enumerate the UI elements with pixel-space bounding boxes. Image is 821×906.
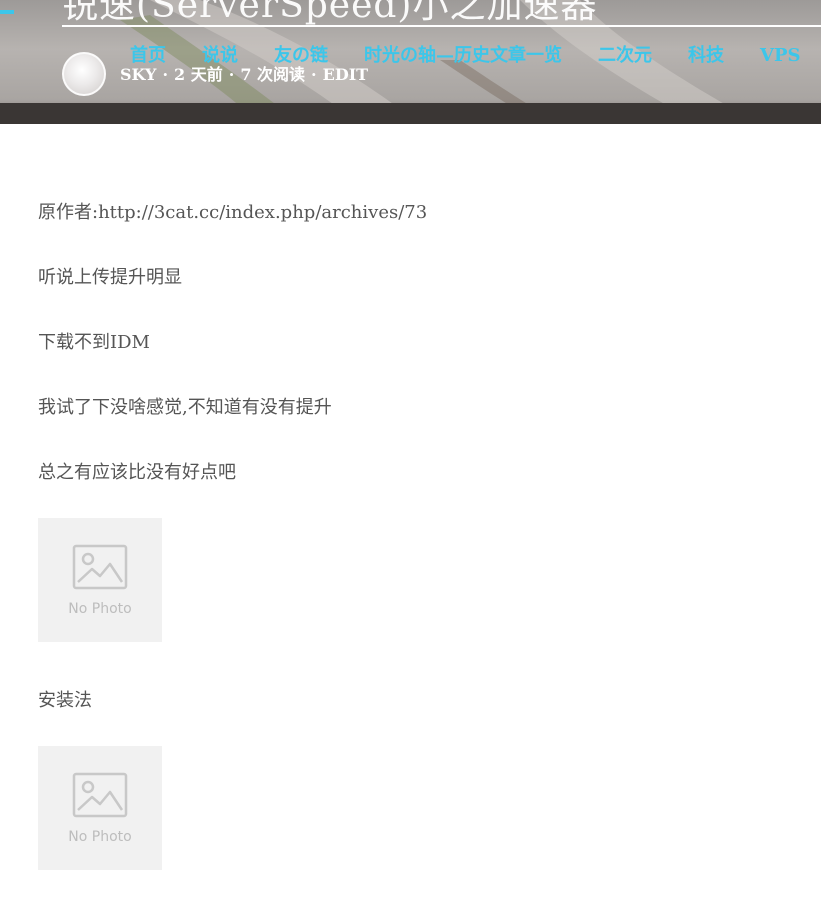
nav-item-archives[interactable]: 时光の轴—历史文章一览 xyxy=(364,43,562,69)
nav-item-tech[interactable]: 科技 xyxy=(688,43,724,69)
photo-placeholder-label: No Photo xyxy=(68,829,132,845)
post-title: 锐速(ServerSpeed)小之加速器 xyxy=(62,0,598,26)
accent-bar xyxy=(0,10,14,14)
read-count: 7 次阅读 xyxy=(240,65,306,84)
paragraph: 总之有应该比没有好点吧 xyxy=(38,462,236,483)
author-avatar[interactable] xyxy=(62,52,106,96)
author-name[interactable]: SKY xyxy=(120,65,156,84)
photo-placeholder-label: No Photo xyxy=(68,601,132,617)
post-hero-header: 锐速(ServerSpeed)小之加速器 首页 说说 友の链 时光の轴—历史文章… xyxy=(0,0,821,124)
paragraph: 下载不到IDM xyxy=(38,332,150,353)
paragraph-source: 原作者:http://3cat.cc/index.php/archives/73 xyxy=(38,202,428,223)
post-meta: SKY · 2 天前 · 7 次阅读 · EDIT xyxy=(120,65,368,85)
title-underline xyxy=(62,25,821,27)
edit-link[interactable]: EDIT xyxy=(323,65,368,84)
page: 锐速(ServerSpeed)小之加速器 首页 说说 友の链 时光の轴—历史文章… xyxy=(0,0,821,906)
paragraph: 我试了下没啥感觉,不知道有没有提升 xyxy=(38,397,332,418)
photo-placeholder[interactable]: No Photo xyxy=(38,518,162,642)
nav-item-anime[interactable]: 二次元 xyxy=(598,43,652,69)
meta-separator: · xyxy=(228,65,235,84)
paragraph: 安装法 xyxy=(38,690,92,711)
meta-separator: · xyxy=(162,65,169,84)
nav-item-vps[interactable]: VPS xyxy=(760,43,801,69)
image-placeholder-icon xyxy=(72,544,128,590)
hero-bottom-shade xyxy=(0,103,821,124)
photo-placeholder[interactable]: No Photo xyxy=(38,746,162,870)
post-date: 2 天前 xyxy=(174,65,223,84)
meta-separator: · xyxy=(311,65,317,84)
paragraph: 听说上传提升明显 xyxy=(38,267,182,288)
image-placeholder-icon xyxy=(72,772,128,818)
